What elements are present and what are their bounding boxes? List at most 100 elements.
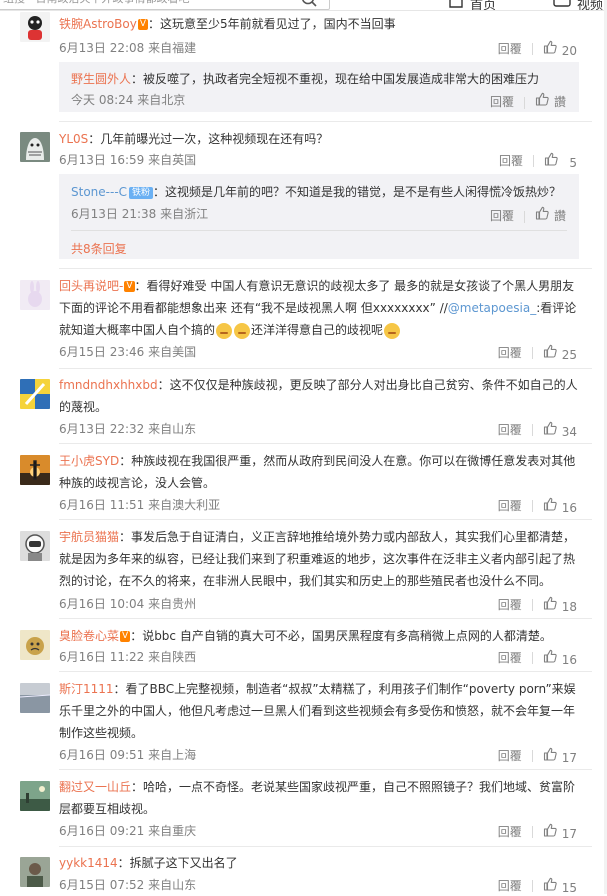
username[interactable]: 翻过又一山丘 (59, 780, 131, 794)
sub-reply-actions: 回覆 讚 (490, 206, 566, 224)
sub-reply-box: 野生圆外人：被反噬了，执政者完全短视不重视，现在给中国发展造成非常大的困难压力 … (59, 62, 579, 112)
username[interactable]: 臭脸卷心菜 (59, 629, 119, 643)
separator (533, 155, 534, 168)
thumbs-up-icon (544, 152, 558, 166)
comment-actions: 回覆 34 (498, 421, 577, 440)
comment-divider (59, 268, 592, 269)
comment-item: 翻过又一山丘：哈哈，一点不奇怪。老说某些国家歧视严重，自己不照照镜子？我们地域、… (0, 776, 592, 846)
avatar[interactable] (20, 857, 50, 887)
avatar[interactable] (20, 630, 50, 660)
reply-button[interactable]: 回覆 (498, 41, 522, 57)
avatar[interactable] (20, 455, 50, 485)
comment-item: 回头再说吧- V ：看得好难受 中国人有意识无意识的歧视太多了 最多的就是女孩谈了个… (0, 275, 592, 365)
thumbs-up-icon (543, 596, 557, 610)
reply-button[interactable]: 回覆 (490, 95, 514, 109)
avatar[interactable] (20, 781, 50, 811)
separator (531, 424, 533, 437)
like-button[interactable]: 5 (544, 152, 577, 171)
reply-button[interactable]: 回覆 (498, 498, 522, 514)
home-icon[interactable] (448, 0, 464, 8)
reply-button[interactable]: 回覆 (498, 878, 522, 894)
thumbs-up-icon (543, 40, 557, 54)
comment-actions: 回覆 17 (498, 747, 577, 766)
view-all-replies-link[interactable]: 共8条回复 (71, 240, 127, 257)
comment-divider (59, 368, 592, 369)
like-button[interactable]: 讚 (535, 95, 566, 109)
sub-reply-body: ：这视频是几年前的吧？不知道是我的错觉，是不是有些人闲得慌冷饭热炒？ (153, 185, 562, 199)
comment-meta: 6月13日 22:08 来自福建 (59, 41, 197, 55)
like-count: 16 (561, 500, 577, 515)
comment-actions: 回覆 16 (498, 649, 577, 668)
comment-body-cont: 还洋洋得意自己的歧视呢 (251, 323, 384, 337)
comment-meta: 6月16日 11:51 来自澳大利亚 (59, 498, 221, 512)
reply-button[interactable]: 回覆 (499, 153, 523, 169)
username[interactable]: YL0S (59, 132, 88, 146)
separator (531, 880, 533, 893)
separator (531, 750, 533, 763)
comment-meta: 6月15日 23:46 来自美国 (59, 345, 197, 359)
username[interactable]: yykk1414 (59, 856, 118, 870)
nav-home[interactable]: 首页 (470, 0, 496, 10)
comment-meta: 6月16日 11:22 来自陕西 (59, 650, 197, 664)
reply-button[interactable]: 回覆 (498, 345, 522, 361)
thumbs-up-icon (535, 92, 549, 106)
like-button[interactable]: 25 (543, 344, 577, 363)
like-button[interactable]: 34 (543, 421, 577, 440)
reply-button[interactable]: 回覆 (498, 748, 522, 764)
like-button[interactable]: 17 (543, 823, 577, 842)
comment-item: 铁腕AstroBoy V ：这玩意至少5年前就看见过了，国内不当回事 6月13日 2… (0, 12, 592, 120)
comment-divider (59, 671, 592, 672)
comment-text: 宇航员猫猫：事发后急于自证清白，义正言辞地推给境外势力或内部敌人，其实我们心里都… (59, 526, 579, 592)
comment-item: 宇航员猫猫：事发后急于自证清白，义正言辞地推给境外势力或内部敌人，其实我们心里都… (0, 526, 592, 618)
username[interactable]: 铁腕AstroBoy (59, 17, 137, 31)
username[interactable]: 王小虎SYD (59, 454, 119, 468)
comment-meta: 6月16日 09:51 来自上海 (59, 748, 197, 762)
search-icon[interactable] (300, 0, 318, 8)
like-button[interactable]: 20 (543, 40, 577, 59)
sub-reply-box: Stone---C 铁粉 ：这视频是几年前的吧？不知道是我的错觉，是不是有些人闲得慌… (59, 174, 579, 259)
comment-meta: 6月16日 10:04 来自贵州 (59, 597, 197, 611)
avatar[interactable] (20, 683, 50, 713)
thumbs-up-icon (543, 421, 557, 435)
like-button[interactable]: 16 (543, 497, 577, 516)
like-count: 20 (561, 43, 577, 58)
sub-reply-username[interactable]: 野生圆外人 (71, 72, 131, 86)
like-button[interactable]: 讚 (535, 209, 566, 223)
avatar[interactable] (20, 531, 50, 561)
like-button[interactable]: 15 (543, 877, 577, 896)
reply-button[interactable]: 回覆 (498, 422, 522, 438)
comment-text: 铁腕AstroBoy V ：这玩意至少5年前就看见过了，国内不当回事 (59, 13, 579, 35)
username[interactable]: 回头再说吧- (59, 279, 123, 293)
comment-body: ：看了BBC上完整视频，制造者“叔叔”太精糕了，利用孩子们制作“poverty … (59, 682, 576, 740)
comment-meta: 6月15日 07:52 来自山东 (59, 878, 197, 892)
search-input[interactable]: 组搜 · 日南政治欠下外政事情都政看吧 (0, 0, 330, 10)
mention-link[interactable]: @metapoesia_ (448, 301, 536, 315)
comment-text: 斯汀1111：看了BBC上完整视频，制造者“叔叔”太精糕了，利用孩子们制作“po… (59, 678, 579, 744)
avatar[interactable] (20, 132, 50, 162)
like-label: 讚 (553, 209, 566, 223)
comment-body: ：事发后急于自证清白，义正言辞地推给境外势力或内部敌人，其实我们心里都清楚，就是… (59, 530, 576, 588)
avatar[interactable] (20, 379, 50, 409)
like-button[interactable]: 16 (543, 649, 577, 668)
comment-divider (59, 121, 592, 122)
comment-text: 翻过又一山丘：哈哈，一点不奇怪。老说某些国家歧视严重，自己不照照镜子？我们地域、… (59, 776, 579, 820)
comment-divider (59, 769, 592, 770)
like-button[interactable]: 17 (543, 747, 577, 766)
separator (531, 826, 533, 839)
reply-button[interactable]: 回覆 (498, 650, 522, 666)
sub-reply-text: 野生圆外人：被反噬了，执政者完全短视不重视，现在给中国发展造成非常大的困难压力 (71, 70, 571, 88)
like-count: 17 (561, 750, 577, 765)
thumbs-up-icon (543, 649, 557, 663)
username[interactable]: 斯汀1111 (59, 682, 114, 696)
reply-button[interactable]: 回覆 (498, 824, 522, 840)
video-icon[interactable] (553, 0, 571, 8)
reply-button[interactable]: 回覆 (498, 597, 522, 613)
avatar[interactable] (20, 12, 50, 42)
reply-button[interactable]: 回覆 (490, 209, 514, 223)
sub-reply-username[interactable]: Stone---C (71, 185, 127, 199)
avatar[interactable] (20, 280, 50, 310)
username[interactable]: fmndndhxhhxbd (59, 378, 158, 392)
username[interactable]: 宇航员猫猫 (59, 530, 119, 544)
nav-video[interactable]: 视频 (577, 0, 603, 10)
like-button[interactable]: 18 (543, 596, 577, 615)
